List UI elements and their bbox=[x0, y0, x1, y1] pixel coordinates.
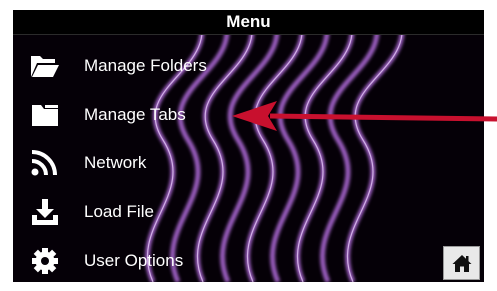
annotation-arrow bbox=[232, 101, 497, 131]
